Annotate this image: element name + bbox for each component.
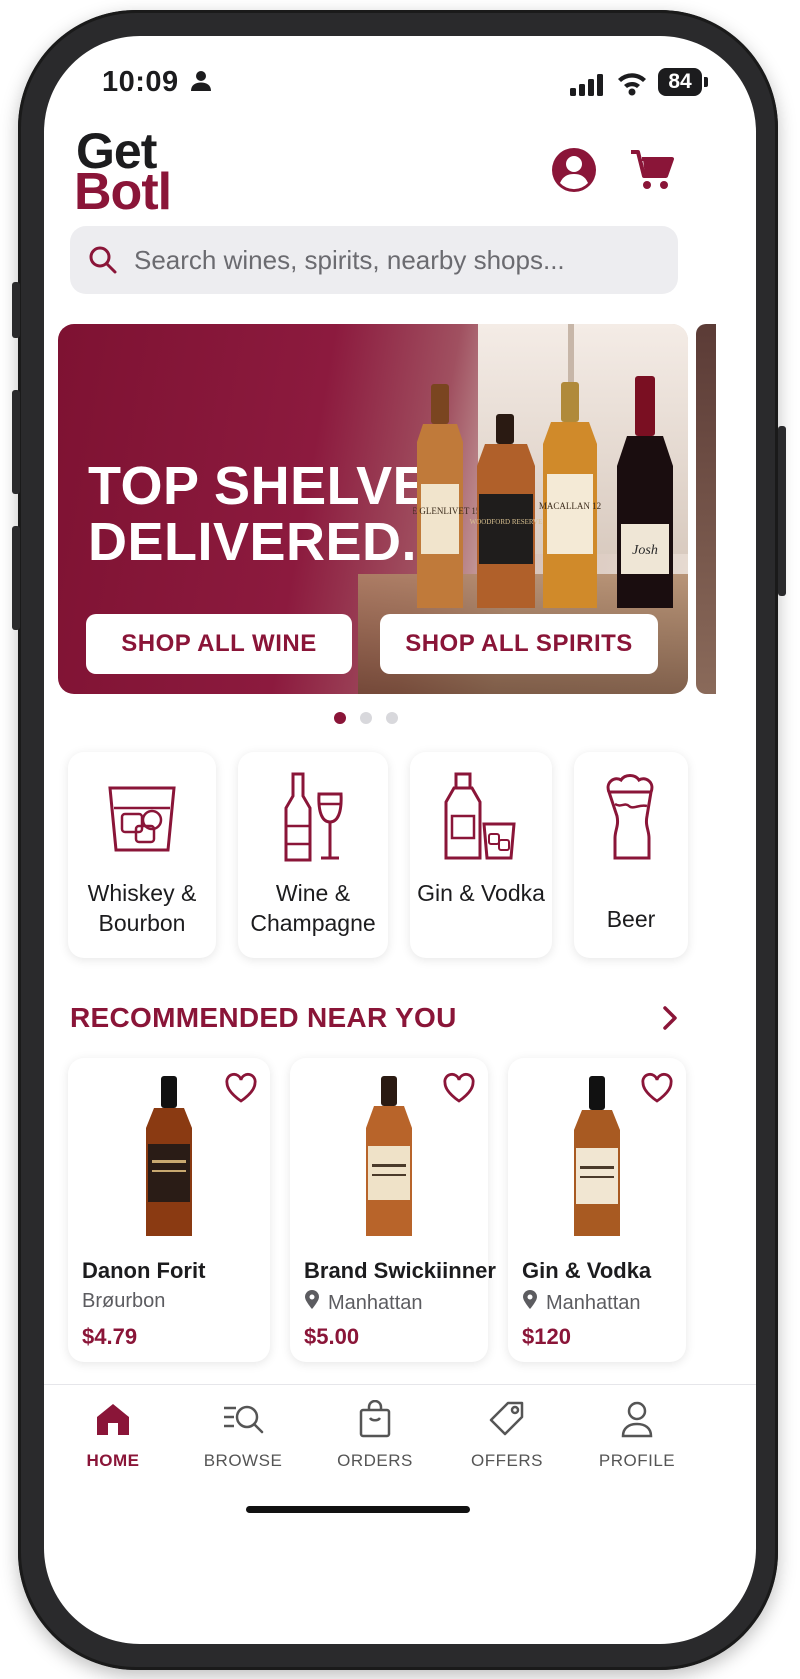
category-beer[interactable]: Beer — [574, 752, 688, 958]
account-icon[interactable] — [546, 142, 602, 198]
location-pin-icon — [522, 1290, 538, 1316]
product-card[interactable]: Brand Swickiinner Manhattan $5.00 — [290, 1058, 496, 1362]
category-label: Beer — [606, 906, 656, 932]
tab-label: BROWSE — [203, 1451, 283, 1470]
category-label: Gin & Vodka — [417, 880, 545, 906]
carousel-dot-2[interactable] — [360, 712, 372, 724]
product-price: $5.00 — [304, 1324, 360, 1349]
section-title-recommended: RECOMMENDED NEAR YOU — [70, 1002, 457, 1033]
person-icon — [190, 70, 212, 97]
location-pin-icon — [304, 1290, 320, 1316]
gin-bottle-icon — [410, 772, 552, 862]
carousel-dot-3[interactable] — [386, 712, 398, 724]
getbotl-logo[interactable]: Get Botl — [74, 122, 194, 222]
search-bar[interactable] — [70, 226, 678, 294]
chevron-right-icon[interactable] — [656, 1002, 684, 1039]
product-card[interactable]: Danon Forit Brøurbon $4.79 — [68, 1058, 270, 1362]
beer-glass-icon — [574, 772, 688, 864]
product-subtitle: Manhattan — [304, 1290, 423, 1316]
svg-text:Josh: Josh — [632, 543, 658, 558]
product-name: Danon Forit — [82, 1258, 206, 1283]
shop-all-wine-button[interactable]: SHOP ALL WINE — [86, 614, 352, 674]
wine-bottle-icon — [238, 772, 388, 862]
product-price: $4.79 — [82, 1324, 138, 1349]
status-time: 10:09 — [102, 66, 179, 98]
wifi-icon — [616, 70, 648, 101]
product-image — [290, 1074, 488, 1238]
status-bar: 10:09 84 — [44, 36, 756, 116]
product-card[interactable]: Gin & Vodka Manhattan $120 — [508, 1058, 686, 1362]
product-image — [508, 1074, 686, 1238]
whiskey-glass-icon — [68, 772, 216, 858]
product-price: $120 — [522, 1324, 571, 1349]
product-name: Gin & Vodka — [522, 1258, 652, 1283]
tab-label: OFFERS — [471, 1451, 543, 1470]
hero-title: TOP SHELVES DELIVERED. — [88, 456, 466, 572]
next-banner-peek[interactable] — [696, 324, 716, 694]
carousel-dot-1[interactable] — [334, 712, 346, 724]
tab-orders[interactable]: ORDERS — [320, 1395, 430, 1471]
category-whiskey-bourbon[interactable]: Whiskey & Bourbon — [68, 752, 216, 958]
mute-switch — [12, 282, 20, 338]
product-subtitle: Brøurbon — [82, 1290, 166, 1312]
offers-tag-icon — [452, 1395, 562, 1443]
power-button — [778, 426, 786, 596]
svg-text:WOODFORD RESERVE: WOODFORD RESERVE — [470, 518, 543, 526]
product-subtitle: Manhattan — [522, 1290, 641, 1316]
tab-home[interactable]: HOME — [58, 1395, 168, 1471]
category-gin-vodka[interactable]: Gin & Vodka — [410, 752, 552, 958]
signal-icon — [570, 74, 604, 101]
app-screen: 10:09 84 Get Botl TOP SHELVES DELIVE — [44, 36, 756, 1644]
product-name: Brand Swickiinner — [304, 1258, 496, 1283]
profile-icon — [582, 1395, 692, 1443]
product-image — [68, 1074, 270, 1238]
tab-label: ORDERS — [337, 1451, 413, 1470]
search-icon — [88, 245, 118, 275]
battery-indicator: 84 — [658, 68, 708, 96]
browse-icon — [188, 1395, 298, 1443]
category-wine-champagne[interactable]: Wine & Champagne — [238, 752, 388, 958]
category-label: Wine & Champagne — [250, 880, 376, 936]
volume-up-button — [12, 390, 20, 494]
tab-profile[interactable]: PROFILE — [582, 1395, 692, 1471]
volume-down-button — [12, 526, 20, 630]
svg-text:THE GLENLIVET 15: THE GLENLIVET 15 — [413, 506, 481, 516]
hero-bottles-image: THE GLENLIVET 15 WOODFORD RESERVE MACALL… — [413, 376, 673, 608]
shop-all-spirits-button[interactable]: SHOP ALL SPIRITS — [380, 614, 658, 674]
carousel-dots — [334, 712, 398, 724]
search-input[interactable] — [132, 243, 656, 277]
hero-banner[interactable]: TOP SHELVES DELIVERED. THE GLENLIVET 15 … — [58, 324, 688, 694]
tab-browse[interactable]: BROWSE — [188, 1395, 298, 1471]
cart-icon[interactable] — [624, 142, 680, 198]
category-label: Whiskey & Bourbon — [87, 880, 197, 936]
svg-text:MACALLAN 12: MACALLAN 12 — [539, 501, 601, 511]
tab-label: PROFILE — [598, 1451, 676, 1470]
home-indicator[interactable] — [246, 1506, 470, 1513]
home-icon — [58, 1395, 168, 1443]
tab-offers[interactable]: OFFERS — [452, 1395, 562, 1471]
tab-label: HOME — [86, 1451, 140, 1470]
orders-bag-icon — [320, 1395, 430, 1443]
logo-text-botl: Botl — [74, 163, 172, 221]
